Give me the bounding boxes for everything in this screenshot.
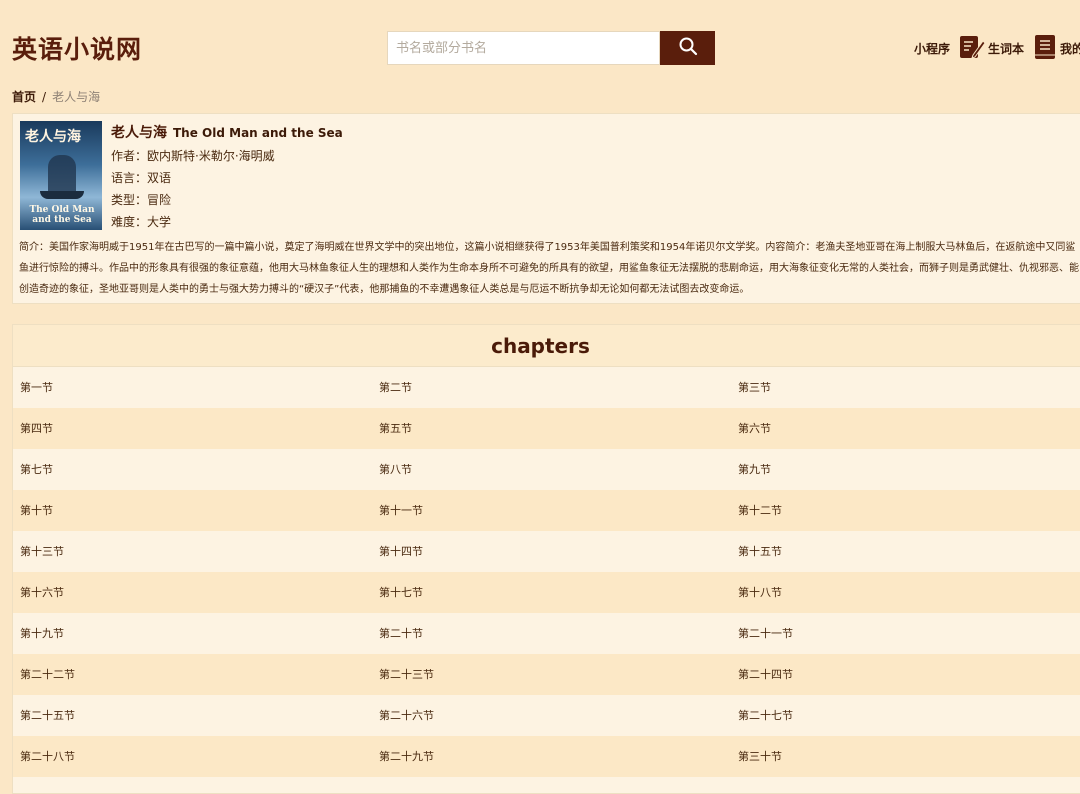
chapter-link[interactable]: 第十九节 (20, 613, 64, 654)
book-title: 老人与海 The Old Man and the Sea (111, 122, 343, 142)
book-genre: 类型：冒险 (111, 193, 172, 207)
chapter-link[interactable]: 第十五节 (738, 531, 782, 572)
book-language: 语言：双语 (111, 171, 172, 185)
chapter-link[interactable]: 第四节 (20, 408, 53, 449)
chapter-link[interactable]: 第十节 (20, 490, 53, 531)
search-icon (678, 36, 698, 60)
chapter-link[interactable]: 第五节 (379, 408, 412, 449)
chapter-link[interactable]: 第九节 (738, 449, 771, 490)
chapter-link[interactable]: 第二十七节 (738, 695, 793, 736)
book-author: 作者：欧内斯特·米勒尔·海明威 (111, 149, 275, 163)
chapter-row: 第二十八节 第二十九节 第三十节 (13, 736, 1080, 777)
book-info-panel: 老人与海 The Old Man and the Sea 老人与海 The Old… (12, 113, 1080, 304)
chapter-link[interactable]: 第二十三节 (379, 654, 434, 695)
chapter-link[interactable]: 第二节 (379, 367, 412, 408)
chapter-row: 第十六节 第十七节 第十八节 (13, 572, 1080, 613)
book-description: 简介：美国作家海明威于1951年在古巴写的一篇中篇小说，奠定了海明威在世界文学中… (19, 242, 1079, 295)
chapter-link[interactable]: 第二十八节 (20, 736, 75, 777)
vocabulary-link[interactable]: 生词本 (958, 33, 1024, 64)
chapter-row: 第二十二节 第二十三节 第二十四节 (13, 654, 1080, 695)
my-account-label: 我的 (1060, 41, 1080, 56)
chapter-row: 第十三节 第十四节 第十五节 (13, 531, 1080, 572)
chapter-link[interactable]: 第二十二节 (20, 654, 75, 695)
chapter-link[interactable]: 第二十九节 (379, 736, 434, 777)
chapter-link[interactable]: 第六节 (738, 408, 771, 449)
mini-program-link[interactable]: 小程序 (914, 40, 950, 57)
chapter-row: 第十节 第十一节 第十二节 (13, 490, 1080, 531)
chapter-link[interactable]: 第三十节 (738, 736, 782, 777)
chapter-row: 第七节 第八节 第九节 (13, 449, 1080, 490)
chapter-link[interactable]: 第二十四节 (738, 654, 793, 695)
notebook-pen-icon (958, 33, 988, 64)
search-button[interactable] (660, 31, 715, 65)
mini-program-label: 小程序 (914, 41, 951, 56)
chapter-link[interactable]: 第二十六节 (379, 695, 434, 736)
chapter-link[interactable]: 第十八节 (738, 572, 782, 613)
chapter-link[interactable]: 第七节 (20, 449, 53, 490)
cover-title-cn: 老人与海 (25, 129, 81, 145)
chapter-list: chapters 第一节 第二节 第三节 第四节 第五节 第六节 第七节 第八节 第九节 第十节第… (12, 324, 1080, 794)
cover-title-en: The Old Man and the Sea (29, 205, 95, 225)
breadcrumb: 首页 / 老人与海 (12, 88, 100, 105)
my-account-link[interactable]: 我的 (1032, 33, 1080, 64)
chapters-heading: chapters (13, 325, 1080, 367)
chapter-row: 第四节 第五节 第六节 (13, 408, 1080, 449)
chapter-link[interactable]: 第二十一节 (738, 613, 793, 654)
chapter-link[interactable]: 第十一节 (379, 490, 423, 531)
chapter-link[interactable]: 第二十节 (379, 613, 423, 654)
search-bar (387, 31, 715, 65)
top-links: 小程序 生词本 我的 (914, 33, 1080, 63)
book-cover[interactable]: 老人与海 The Old Man and the Sea (20, 121, 102, 230)
cover-boat (40, 191, 84, 199)
chapter-link[interactable]: 第三节 (738, 367, 771, 408)
book-title-cn: 老人与海 (111, 125, 167, 141)
book-title-en: The Old Man and the Sea (173, 126, 343, 140)
chapter-link[interactable]: 第八节 (379, 449, 412, 490)
breadcrumb-separator: / (42, 90, 47, 104)
chapter-link[interactable]: 第二十五节 (20, 695, 75, 736)
chapter-link[interactable]: 第十四节 (379, 531, 423, 572)
search-input[interactable] (387, 31, 660, 65)
chapter-row: 第二十五节 第二十六节 第二十七节 (13, 695, 1080, 736)
chapter-link[interactable]: 第十三节 (20, 531, 64, 572)
chapter-link[interactable]: 第十六节 (20, 572, 64, 613)
chapter-row: 第一节 第二节 第三节 (13, 367, 1080, 408)
chapter-row: 第十九节 第二十节 第二十一节 (13, 613, 1080, 654)
chapter-link[interactable]: 第十七节 (379, 572, 423, 613)
chapter-link[interactable]: 第一节 (20, 367, 53, 408)
breadcrumb-current: 老人与海 (52, 90, 101, 104)
site-header: 英语小说网 小程序 (0, 0, 1080, 90)
book-difficulty: 难度：大学 (111, 215, 172, 229)
chapter-rows: 第一节 第二节 第三节 第四节 第五节 第六节 第七节 第八节 第九节 第十节 第十一节 第十二节 第十… (13, 367, 1080, 777)
chapter-link[interactable]: 第十二节 (738, 490, 782, 531)
site-logo[interactable]: 英语小说网 (12, 30, 142, 66)
book-icon (1032, 33, 1060, 64)
breadcrumb-home[interactable]: 首页 (12, 90, 36, 104)
vocabulary-label: 生词本 (988, 41, 1025, 56)
